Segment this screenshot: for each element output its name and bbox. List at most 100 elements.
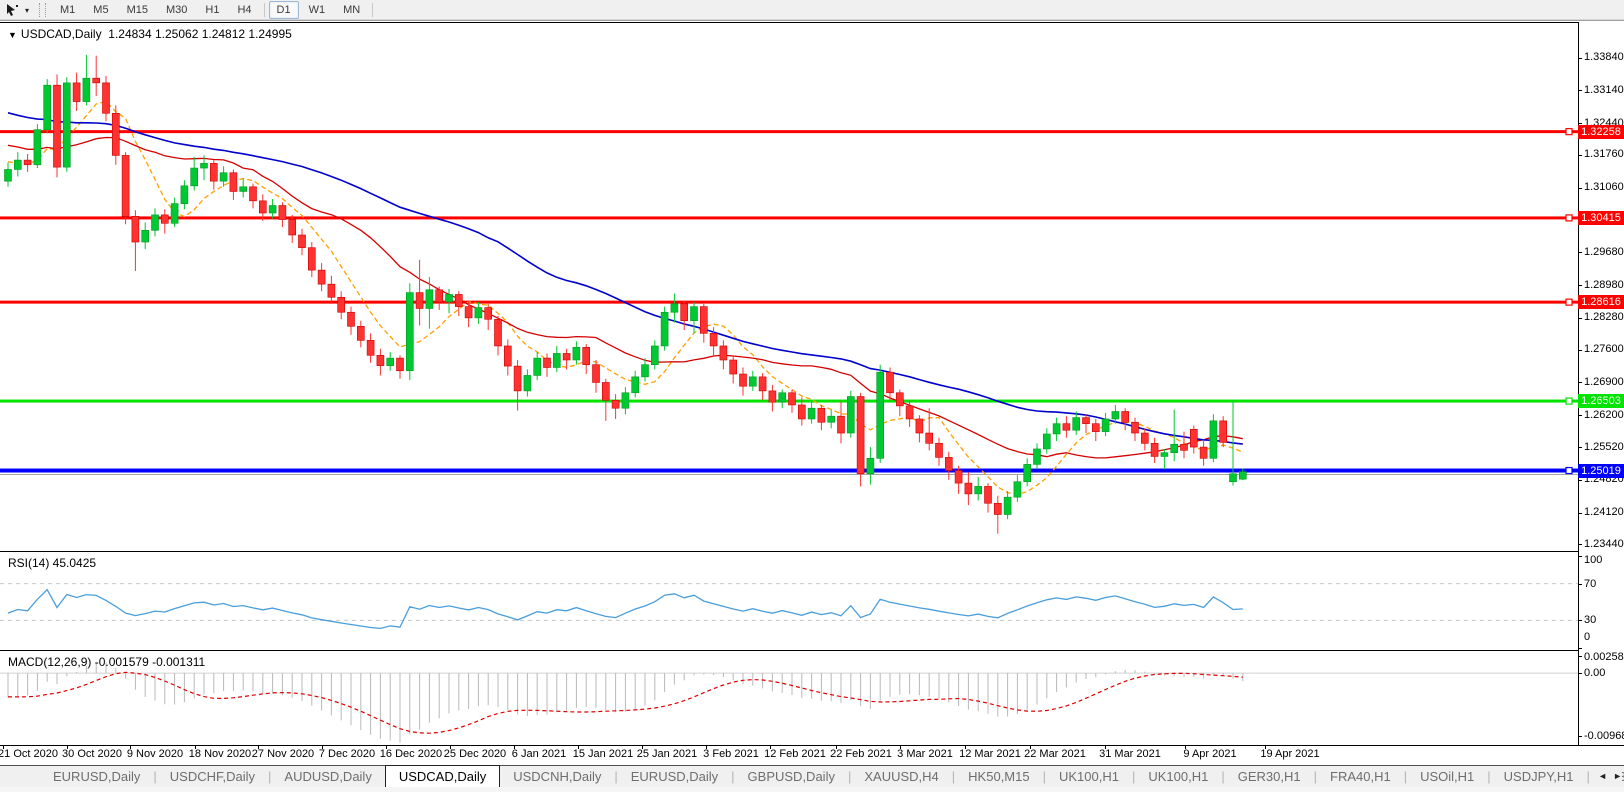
tab-hk50-m15[interactable]: HK50,M15 <box>955 766 1042 787</box>
timeframe-button-d1[interactable]: D1 <box>268 1 299 19</box>
price-tag-1.30415[interactable]: 1.30415 <box>1578 210 1624 225</box>
date-axis-border <box>0 745 1624 746</box>
candle-body <box>1003 496 1012 515</box>
candle-body <box>425 289 434 309</box>
timeframe-button-w1[interactable]: W1 <box>301 1 334 19</box>
hline-1.28616[interactable] <box>0 300 1578 304</box>
price-axis-label: 1.29680 <box>1584 245 1624 258</box>
candle-body <box>1170 443 1178 453</box>
candle-body <box>925 432 934 444</box>
price-axis-tick <box>1578 252 1582 254</box>
candle-body <box>376 355 385 366</box>
hline-handle[interactable] <box>1565 214 1573 222</box>
candle-body <box>62 82 71 168</box>
timeframe-button-m5[interactable]: M5 <box>85 1 116 19</box>
candle-body <box>317 269 326 285</box>
tab-audusd-daily[interactable]: AUDUSD,Daily <box>271 766 384 787</box>
price-tag-1.26503[interactable]: 1.26503 <box>1578 394 1624 409</box>
candle-body <box>935 443 943 458</box>
hline-1.30415[interactable] <box>0 216 1578 220</box>
price-tag-1.25019[interactable]: 1.25019 <box>1578 463 1624 478</box>
candle-body <box>210 163 218 182</box>
timeframe-button-h4[interactable]: H4 <box>229 1 259 19</box>
price-tag-1.28616[interactable]: 1.28616 <box>1578 295 1624 310</box>
hline-1.32258[interactable] <box>0 130 1578 134</box>
tab-xauusd-h4[interactable]: XAUUSD,H4 <box>851 766 951 787</box>
candle-body <box>1150 443 1159 457</box>
candle-body <box>92 77 100 84</box>
candle-body <box>4 169 12 182</box>
timeframe-button-m1[interactable]: M1 <box>52 1 83 19</box>
candle-body <box>621 392 630 409</box>
tab-ger30-h1[interactable]: GER30,H1 <box>1225 766 1314 787</box>
main-chart-canvas[interactable] <box>0 22 1578 551</box>
cursor-tool-icon[interactable] <box>3 2 21 18</box>
candle-body <box>307 247 316 271</box>
tab-scroll-right-icon[interactable]: ► <box>1613 771 1622 781</box>
price-axis-label: 1.26200 <box>1584 408 1624 421</box>
hline-handle[interactable] <box>1565 298 1573 306</box>
candle-body <box>748 376 757 387</box>
tab-usdcnh-daily[interactable]: USDCNH,Daily <box>500 766 614 787</box>
candle-body <box>552 353 561 368</box>
macd-chart-canvas[interactable] <box>0 650 1578 745</box>
hline-handle[interactable] <box>1565 466 1573 475</box>
timeframe-button-h1[interactable]: H1 <box>197 1 227 19</box>
candle-body <box>1023 464 1032 483</box>
candle-body <box>846 396 855 434</box>
candle-body <box>1131 421 1139 434</box>
toolbar-grip-handle[interactable] <box>39 3 46 17</box>
candle-body <box>43 84 52 130</box>
tab-usdjpy-h1[interactable]: USDJPY,H1 <box>1491 766 1587 787</box>
rsi-line[interactable] <box>7 588 1243 630</box>
candle-body <box>239 186 247 192</box>
candle-body <box>709 333 718 347</box>
candle-body <box>170 203 179 224</box>
price-axis-tick <box>1578 285 1582 287</box>
ma-fast-line[interactable] <box>7 100 1244 495</box>
tab-usdcad-daily[interactable]: USDCAD,Daily <box>384 765 501 787</box>
chart-title: ▼ USDCAD,Daily 1.24834 1.25062 1.24812 1.… <box>8 27 292 41</box>
timeframe-button-mn[interactable]: MN <box>335 1 368 19</box>
tab-gbpusd-daily[interactable]: GBPUSD,Daily <box>735 766 848 787</box>
price-axis-label: 1.31760 <box>1584 148 1624 161</box>
tab-eurusd-daily[interactable]: EURUSD,Daily <box>618 766 731 787</box>
rsi-axis-label: 70 <box>1584 577 1597 590</box>
tab-usoil-h1[interactable]: USOil,H1 <box>1407 766 1487 787</box>
candle-body <box>53 84 61 168</box>
date-axis-label: 9 Apr 2021 <box>1183 748 1237 760</box>
candle-body <box>1239 471 1247 480</box>
price-axis-label: 1.23440 <box>1584 537 1624 550</box>
tab-usdchf-daily[interactable]: USDCHF,Daily <box>157 766 268 787</box>
candle-body <box>288 219 297 236</box>
tab-fra40-h1[interactable]: FRA40,H1 <box>1317 766 1404 787</box>
macd-axis-label: 0.00 <box>1584 667 1606 680</box>
cursor-tool-dropdown-icon[interactable]: ▾ <box>21 6 33 15</box>
rsi-axis-tick <box>1578 648 1582 649</box>
chart-ohlc-values: 1.24834 1.25062 1.24812 1.24995 <box>108 27 292 41</box>
tab-uk100-h1[interactable]: UK100,H1 <box>1046 766 1132 787</box>
chart-title-caret-icon[interactable]: ▼ <box>8 30 17 40</box>
hline-handle[interactable] <box>1565 397 1573 405</box>
tab-eurusd-daily[interactable]: EURUSD,Daily <box>40 766 153 787</box>
macd-indicator-label: MACD(12,26,9) -0.001579 -0.001311 <box>8 655 206 669</box>
price-tag-1.32258[interactable]: 1.32258 <box>1578 124 1624 139</box>
timeframe-button-m30[interactable]: M30 <box>158 1 195 19</box>
candle-body <box>974 486 983 495</box>
tab-uk100-h1[interactable]: UK100,H1 <box>1135 766 1221 787</box>
rsi-chart-canvas[interactable] <box>0 551 1578 650</box>
timeframe-button-m15[interactable]: M15 <box>119 1 156 19</box>
candle-body <box>190 167 198 187</box>
candle-body <box>1052 423 1061 435</box>
hline-1.25019[interactable] <box>0 468 1578 473</box>
candle-body <box>327 283 336 298</box>
candle-body <box>494 318 502 347</box>
tab-scroll-left-icon[interactable]: ◄ <box>1598 771 1607 781</box>
hline-handle[interactable] <box>1565 128 1573 136</box>
toolbar-separator <box>263 3 265 17</box>
candle-body <box>964 482 973 495</box>
candle-body <box>445 294 453 303</box>
candle-body <box>484 307 493 320</box>
candle-body <box>298 234 306 248</box>
candle-body <box>249 186 257 202</box>
